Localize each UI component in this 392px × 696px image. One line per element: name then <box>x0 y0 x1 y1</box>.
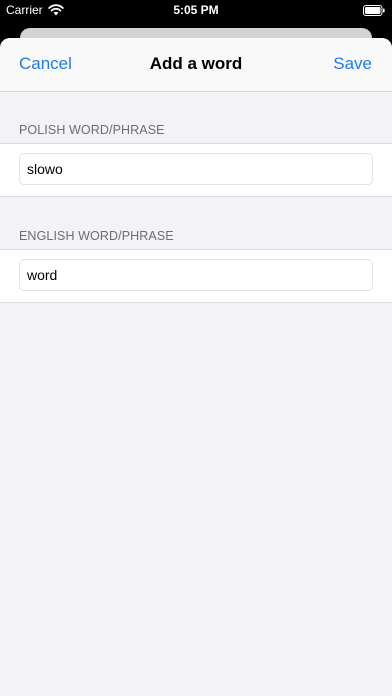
battery-icon <box>363 5 385 16</box>
navigation-bar: Cancel Add a word Save <box>0 38 392 92</box>
polish-section <box>0 143 392 197</box>
add-word-sheet: Cancel Add a word Save POLISH WORD/PHRAS… <box>0 38 392 696</box>
english-word-input[interactable] <box>19 259 373 291</box>
save-button[interactable]: Save <box>333 54 372 74</box>
status-time: 5:05 PM <box>173 3 219 17</box>
english-section <box>0 249 392 303</box>
polish-section-header: POLISH WORD/PHRASE <box>19 123 165 137</box>
english-section-header: ENGLISH WORD/PHRASE <box>19 229 174 243</box>
polish-word-input[interactable] <box>19 153 373 185</box>
status-bar: Carrier 5:05 PM <box>0 0 392 22</box>
